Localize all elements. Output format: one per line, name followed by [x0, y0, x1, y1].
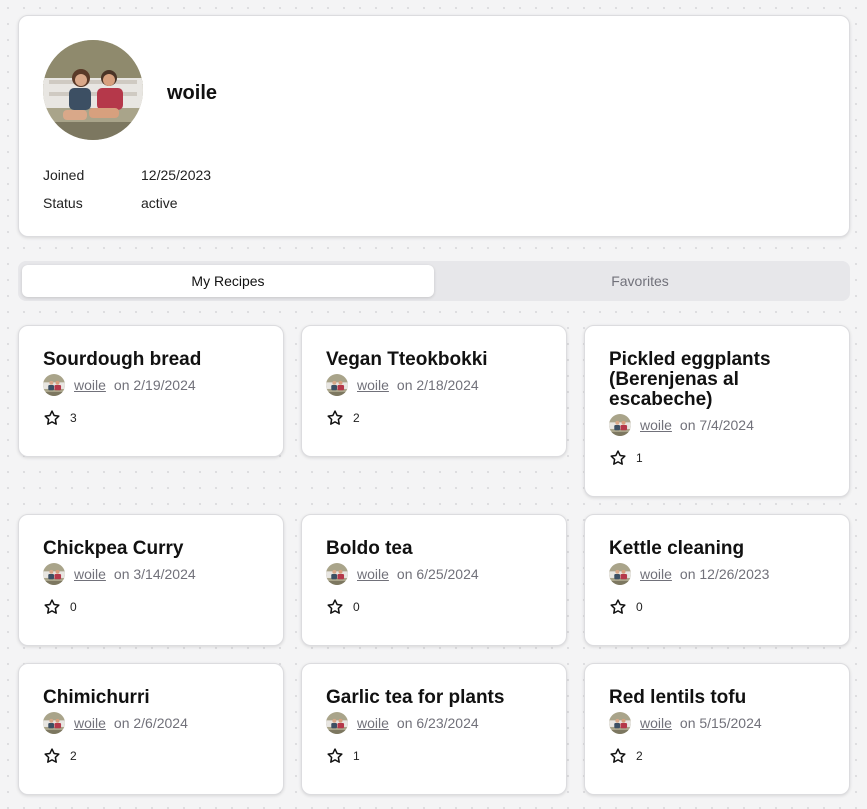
author-link[interactable]: woile — [357, 377, 389, 393]
recipe-byline: woile on 5/15/2024 — [609, 711, 762, 735]
recipe-title[interactable]: Boldo tea — [326, 539, 546, 559]
tab-my-recipes[interactable]: My Recipes — [22, 265, 434, 297]
recipe-title[interactable]: Red lentils tofu — [609, 688, 829, 708]
recipe-date: on 5/15/2024 — [679, 715, 762, 731]
star-row: 0 — [326, 598, 360, 616]
tab-favorites[interactable]: Favorites — [434, 265, 846, 297]
star-icon[interactable] — [43, 598, 61, 616]
author-avatar — [326, 374, 348, 396]
recipe-title[interactable]: Chimichurri — [43, 688, 263, 708]
status-label: Status — [43, 195, 83, 211]
recipe-date: on 12/26/2023 — [679, 566, 770, 582]
joined-label: Joined — [43, 167, 85, 183]
author-avatar — [43, 563, 65, 585]
author-link[interactable]: woile — [74, 377, 106, 393]
author-avatar — [43, 374, 65, 396]
author-link[interactable]: woile — [74, 566, 106, 582]
author-avatar — [609, 563, 631, 585]
star-row: 2 — [609, 747, 643, 765]
recipe-card[interactable]: Sourdough bread woile on 2/19/2024 3 — [18, 325, 284, 457]
joined-date: 12/25/2023 — [141, 167, 212, 183]
star-count: 0 — [353, 600, 360, 614]
star-row: 2 — [43, 747, 77, 765]
recipe-card[interactable]: Boldo tea woile on 6/25/2024 0 — [301, 514, 567, 646]
author-link[interactable]: woile — [640, 566, 672, 582]
author-link[interactable]: woile — [74, 715, 106, 731]
recipe-card[interactable]: Red lentils tofu woile on 5/15/2024 2 — [584, 663, 850, 795]
recipe-byline: woile on 7/4/2024 — [609, 413, 754, 437]
author-link[interactable]: woile — [357, 566, 389, 582]
recipe-title[interactable]: Kettle cleaning — [609, 539, 829, 559]
author-link[interactable]: woile — [640, 715, 672, 731]
recipe-date: on 7/4/2024 — [679, 417, 754, 433]
star-count: 1 — [636, 451, 643, 465]
star-count: 3 — [70, 411, 77, 425]
star-row: 1 — [609, 449, 643, 467]
profile-avatar — [43, 40, 143, 140]
star-count: 0 — [70, 600, 77, 614]
recipe-byline: woile on 2/6/2024 — [43, 711, 188, 735]
star-icon[interactable] — [609, 598, 627, 616]
recipe-byline: woile on 2/18/2024 — [326, 373, 479, 397]
recipe-byline: woile on 6/23/2024 — [326, 711, 479, 735]
author-link[interactable]: woile — [357, 715, 389, 731]
star-row: 1 — [326, 747, 360, 765]
recipe-byline: woile on 3/14/2024 — [43, 562, 196, 586]
recipe-byline: woile on 6/25/2024 — [326, 562, 479, 586]
recipe-card[interactable]: Pickled eggplants (Berenjenas al escabec… — [584, 325, 850, 497]
star-row: 0 — [609, 598, 643, 616]
star-row: 2 — [326, 409, 360, 427]
star-count: 2 — [353, 411, 360, 425]
author-avatar — [326, 712, 348, 734]
recipe-title[interactable]: Vegan Tteokbokki — [326, 350, 546, 370]
recipe-card[interactable]: Chickpea Curry woile on 3/14/2024 0 — [18, 514, 284, 646]
recipe-title[interactable]: Garlic tea for plants — [326, 688, 546, 708]
recipe-title[interactable]: Sourdough bread — [43, 350, 263, 370]
recipe-date: on 2/18/2024 — [396, 377, 479, 393]
star-count: 0 — [636, 600, 643, 614]
profile-username: woile — [167, 82, 218, 104]
star-count: 1 — [353, 749, 360, 763]
author-avatar — [326, 563, 348, 585]
star-count: 2 — [70, 749, 77, 763]
recipe-card[interactable]: Chimichurri woile on 2/6/2024 2 — [18, 663, 284, 795]
status-value: active — [141, 195, 178, 211]
star-icon[interactable] — [326, 409, 344, 427]
recipe-byline: woile on 2/19/2024 — [43, 373, 196, 397]
author-avatar — [43, 712, 65, 734]
star-count: 2 — [636, 749, 643, 763]
star-icon[interactable] — [326, 747, 344, 765]
star-icon[interactable] — [609, 747, 627, 765]
recipe-date: on 2/19/2024 — [113, 377, 196, 393]
author-avatar — [609, 414, 631, 436]
recipe-card[interactable]: Garlic tea for plants woile on 6/23/2024 1 — [301, 663, 567, 795]
star-icon[interactable] — [43, 747, 61, 765]
recipe-date: on 2/6/2024 — [113, 715, 188, 731]
recipe-title[interactable]: Chickpea Curry — [43, 539, 263, 559]
recipe-byline: woile on 12/26/2023 — [609, 562, 769, 586]
recipe-date: on 6/23/2024 — [396, 715, 479, 731]
star-icon[interactable] — [43, 409, 61, 427]
star-row: 0 — [43, 598, 77, 616]
recipe-card[interactable]: Kettle cleaning woile on 12/26/2023 0 — [584, 514, 850, 646]
recipe-title[interactable]: Pickled eggplants (Berenjenas al escabec… — [609, 350, 829, 410]
profile-card: woile Joined 12/25/2023 Status active — [18, 15, 850, 237]
tab-bar: My Recipes Favorites — [18, 261, 850, 301]
recipe-date: on 3/14/2024 — [113, 566, 196, 582]
star-icon[interactable] — [609, 449, 627, 467]
author-avatar — [609, 712, 631, 734]
star-icon[interactable] — [326, 598, 344, 616]
star-row: 3 — [43, 409, 77, 427]
recipe-card[interactable]: Vegan Tteokbokki woile on 2/18/2024 2 — [301, 325, 567, 457]
recipe-date: on 6/25/2024 — [396, 566, 479, 582]
author-link[interactable]: woile — [640, 417, 672, 433]
